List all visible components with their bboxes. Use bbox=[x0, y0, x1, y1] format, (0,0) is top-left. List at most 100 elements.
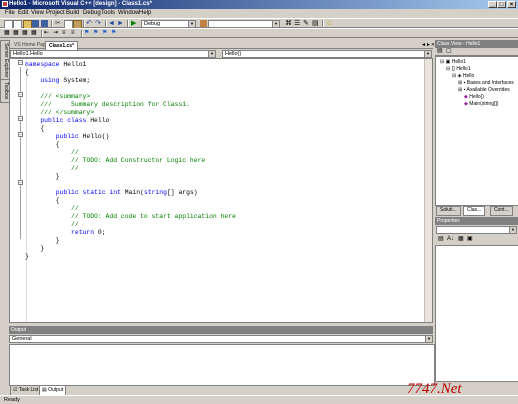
next-bookmark-icon[interactable]: ⚑ bbox=[93, 30, 100, 37]
property-pages-icon[interactable]: ▣ bbox=[467, 236, 474, 243]
editor-vscrollbar[interactable] bbox=[424, 59, 432, 322]
sort-icon[interactable]: ▤ bbox=[437, 48, 444, 55]
start-icon[interactable]: ▶ bbox=[131, 20, 138, 27]
menu-file[interactable]: File bbox=[5, 10, 15, 16]
menu-window[interactable]: Window bbox=[118, 10, 139, 16]
properties-object-combo[interactable]: ▼ bbox=[436, 226, 517, 234]
undo-icon[interactable]: ↶ bbox=[86, 20, 93, 27]
tab-solution-explorer[interactable]: Soluti... bbox=[436, 206, 461, 216]
tree-node-project[interactable]: ⊟ {} Hello1 bbox=[446, 66, 471, 72]
categorized-icon[interactable]: ▤ bbox=[438, 236, 445, 243]
code-line: { bbox=[25, 197, 60, 204]
output-pane-combo[interactable]: General ▼ bbox=[9, 335, 433, 343]
find-combo[interactable]: ▼ bbox=[208, 20, 280, 28]
alphabetic-icon[interactable]: A↓ bbox=[447, 236, 454, 243]
menu-build[interactable]: Build bbox=[66, 10, 79, 16]
code-line: public static int Main(string[] args) bbox=[55, 189, 198, 196]
code-line: // bbox=[25, 165, 79, 172]
code-line: return 0; bbox=[71, 229, 106, 236]
collapse-main-icon[interactable]: − bbox=[18, 180, 23, 185]
status-bar: Ready bbox=[0, 395, 518, 404]
output-text-area[interactable] bbox=[9, 344, 435, 386]
class-view-tree: ⊟ ▣ Hello1 ⊟ {} Hello1 ⊟ ◈ Hello ⊞ ▪ Bas… bbox=[435, 56, 518, 206]
standard-toolbar: ✂ ↶ ↷ ◄ ► ▶ Debug ▼ ▼ ⌘ ☰ ✎ ▤ ☺ bbox=[0, 18, 518, 29]
help-icon[interactable]: ☺ bbox=[326, 20, 333, 27]
code-line: // TODO: Add Constructor Logic here bbox=[25, 157, 206, 164]
member-combo-value: Hello() bbox=[225, 51, 242, 57]
cut-icon[interactable]: ✂ bbox=[55, 20, 62, 27]
member-list-icon[interactable]: ▦ bbox=[4, 30, 11, 37]
solution-config-select[interactable]: Debug ▼ bbox=[141, 20, 196, 28]
save-all-icon[interactable] bbox=[41, 20, 48, 27]
code-line: { bbox=[25, 69, 29, 76]
nav-back-icon[interactable]: ◄ bbox=[108, 20, 115, 27]
class-view-icon[interactable]: ▤ bbox=[312, 20, 319, 27]
code-line: // bbox=[25, 205, 79, 212]
class-view-title: Class View - Hello1 bbox=[435, 40, 518, 48]
properties-grid[interactable] bbox=[435, 245, 518, 382]
menu-tools[interactable]: Tools bbox=[101, 10, 115, 16]
minimize-button[interactable]: _ bbox=[488, 1, 497, 8]
indent-icon[interactable]: ⇥ bbox=[53, 30, 60, 37]
tree-node-ctor[interactable]: ◆ Hello() bbox=[464, 94, 484, 100]
menu-help[interactable]: Help bbox=[139, 10, 151, 16]
clear-bookmarks-icon[interactable]: ⚑ bbox=[111, 30, 118, 37]
code-line: } bbox=[25, 237, 60, 244]
code-line: /// </summary> bbox=[25, 109, 95, 116]
status-text: Ready bbox=[4, 397, 20, 403]
menu-project[interactable]: Project bbox=[46, 10, 65, 16]
properties-view-icon[interactable]: ▦ bbox=[458, 236, 465, 243]
bookmark-icon[interactable]: ⚑ bbox=[84, 30, 91, 37]
uncomment-icon[interactable]: ≡ bbox=[71, 30, 78, 37]
tree-node-main[interactable]: ◆ Main(string[]) bbox=[464, 101, 498, 107]
output-icon: ▤ bbox=[42, 387, 47, 393]
toolbox-icon[interactable]: ✎ bbox=[303, 20, 310, 27]
collapse-namespace-icon[interactable]: − bbox=[18, 60, 23, 65]
code-editor[interactable]: − − − − − namespace Hello1{ using System… bbox=[9, 58, 433, 323]
properties-icon[interactable]: ☰ bbox=[294, 20, 301, 27]
parameter-info-icon[interactable]: ▦ bbox=[13, 30, 20, 37]
code-line: /// Summary description for Class1. bbox=[25, 101, 190, 108]
outdent-icon[interactable]: ⇤ bbox=[44, 30, 51, 37]
nav-forward-icon[interactable]: ► bbox=[117, 20, 124, 27]
collapse-summary-icon[interactable]: − bbox=[18, 92, 23, 97]
code-line: using System; bbox=[40, 77, 91, 84]
properties-title: Properties bbox=[435, 217, 518, 225]
document-tabs: VS Home Page Class1.cs* ◄►✕ bbox=[9, 40, 435, 50]
complete-word-icon[interactable]: ▦ bbox=[31, 30, 38, 37]
menu-edit[interactable]: Edit bbox=[18, 10, 28, 16]
menu-view[interactable]: View bbox=[31, 10, 44, 16]
member-combo[interactable]: Hello() ▼ bbox=[222, 50, 432, 58]
quick-info-icon[interactable]: ▦ bbox=[22, 30, 29, 37]
app-icon bbox=[2, 1, 8, 7]
collapse-class-icon[interactable]: − bbox=[18, 116, 23, 121]
close-button[interactable]: × bbox=[507, 1, 516, 8]
window-title: Hello1 - Microsoft Visual C++ [design] -… bbox=[9, 1, 152, 7]
tree-node-solution[interactable]: ⊟ ▣ Hello1 bbox=[440, 59, 466, 65]
tab-class1-cs[interactable]: Class1.cs* bbox=[45, 41, 79, 50]
code-line: { bbox=[25, 125, 45, 132]
tab-contents[interactable]: Cont... bbox=[490, 206, 513, 216]
output-title: Output bbox=[9, 326, 433, 334]
find-in-files-icon[interactable] bbox=[200, 20, 207, 27]
save-icon[interactable] bbox=[32, 20, 39, 27]
class-view-toolbar: ▤ ▢ bbox=[435, 48, 518, 56]
task-list-icon: ☑ bbox=[13, 387, 18, 393]
comment-icon[interactable]: ≡ bbox=[62, 30, 69, 37]
redo-icon[interactable]: ↷ bbox=[95, 20, 102, 27]
output-pane-value: General bbox=[12, 336, 32, 342]
tree-node-bases[interactable]: ⊞ ▪ Bases and Interfaces bbox=[458, 80, 514, 86]
tab-class-view[interactable]: Clas... bbox=[463, 206, 486, 216]
code-line: { bbox=[25, 141, 60, 148]
class-combo-value: Hello1.Hello bbox=[13, 51, 43, 57]
solution-explorer-icon[interactable]: ⌘ bbox=[285, 20, 292, 27]
code-line: } bbox=[25, 245, 45, 252]
tree-node-overrides[interactable]: ⊞ ▪ Available Overrides bbox=[458, 87, 510, 93]
prev-bookmark-icon[interactable]: ⚑ bbox=[102, 30, 109, 37]
menu-debug[interactable]: Debug bbox=[83, 10, 101, 16]
maximize-button[interactable]: □ bbox=[497, 1, 506, 8]
new-folder-icon[interactable]: ▢ bbox=[446, 48, 453, 55]
class-combo[interactable]: Hello1.Hello ▼ bbox=[10, 50, 216, 58]
tree-node-class[interactable]: ⊟ ◈ Hello bbox=[452, 73, 474, 79]
collapse-ctor-icon[interactable]: − bbox=[18, 132, 23, 137]
